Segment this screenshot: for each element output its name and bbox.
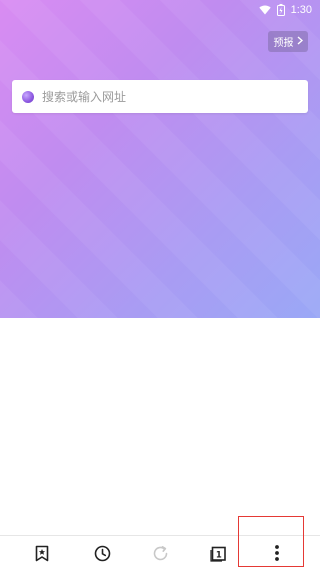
purple-orb-icon [22, 90, 34, 103]
bookmark-star-icon [35, 545, 49, 562]
history-button[interactable] [82, 536, 122, 569]
clock-icon [94, 545, 111, 562]
battery-icon [276, 4, 285, 16]
status-time: 1:30 [290, 4, 312, 16]
search-bar[interactable]: 搜索或输入网址 [12, 80, 308, 113]
tabs-button[interactable]: 1 [198, 536, 238, 569]
wifi-icon [258, 5, 271, 15]
bookmarks-button[interactable] [22, 536, 62, 569]
chevron-right-icon [297, 35, 303, 48]
status-bar: 1:30 [0, 0, 320, 20]
refresh-icon [152, 545, 169, 562]
tabs-count-icon: 1 [209, 545, 227, 562]
menu-highlight-box [238, 516, 304, 567]
tab-count: 1 [215, 550, 221, 560]
forecast-button[interactable]: 预报 [268, 31, 308, 52]
header-background: 1:30 预报 搜索或输入网址 [0, 0, 320, 318]
refresh-button[interactable] [140, 536, 180, 569]
search-placeholder: 搜索或输入网址 [42, 90, 127, 104]
forecast-label: 预报 [273, 38, 294, 49]
